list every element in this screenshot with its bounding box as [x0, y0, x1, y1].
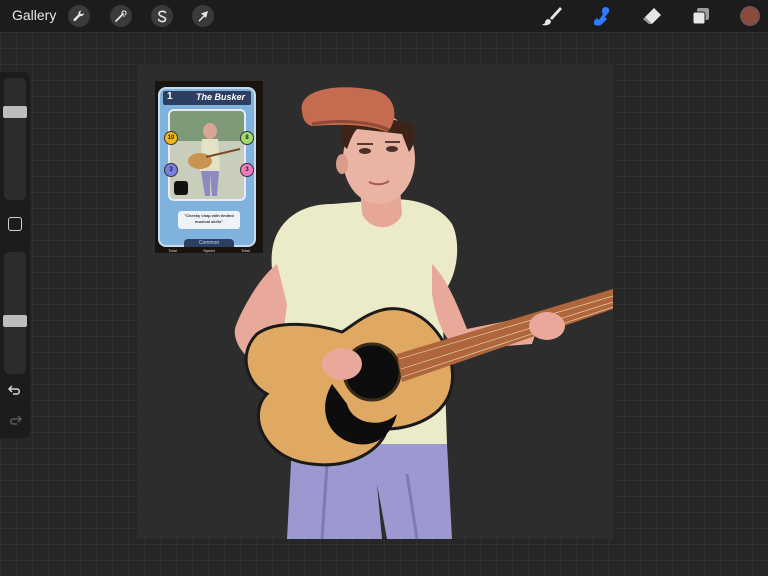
card-footer-label: Total [168, 248, 177, 253]
card-stat-bottom-left: 3 [164, 163, 178, 177]
layers-icon [692, 8, 709, 25]
brush-tool-button[interactable] [540, 4, 564, 28]
smudge-tool-button[interactable] [590, 4, 614, 28]
eraser-tool-button[interactable] [640, 4, 664, 28]
undo-icon [7, 385, 20, 395]
top-toolbar: Gallery [0, 0, 768, 32]
card-busker-illustration [170, 111, 244, 199]
brush-size-slider-thumb[interactable] [3, 106, 27, 118]
selection-button[interactable] [151, 5, 173, 27]
card-stat-top-right: 8 [240, 131, 254, 145]
busker-trading-card: 1 The Busker 10 8 3 3 "Cheeky chap with … [155, 81, 263, 253]
card-stat-bottom-right: 3 [240, 163, 254, 177]
adjustments-button[interactable] [110, 5, 132, 27]
redo-button[interactable] [7, 412, 23, 428]
left-sidebar [0, 72, 30, 438]
wrench-icon [73, 10, 85, 22]
card-rarity: Common [184, 239, 234, 247]
brush-icon [542, 7, 562, 26]
redo-icon [10, 415, 23, 425]
card-header: 1 The Busker [163, 91, 251, 105]
opacity-slider-thumb[interactable] [3, 315, 27, 327]
brush-size-slider[interactable] [3, 78, 27, 200]
card-quote: "Cheeky chap with limited musical skills… [178, 211, 240, 229]
smudge-icon [594, 7, 610, 26]
layers-button[interactable] [689, 4, 713, 28]
opacity-slider[interactable] [3, 252, 27, 374]
card-stat-top-left: 10 [164, 131, 178, 145]
drawing-canvas[interactable]: 1 The Busker 10 8 3 3 "Cheeky chap with … [137, 64, 613, 539]
card-footer-label: Total [241, 248, 250, 253]
gallery-button[interactable]: Gallery [12, 7, 56, 23]
transform-button[interactable] [192, 5, 214, 27]
transform-arrow-icon [198, 11, 208, 22]
card-frame: 1 The Busker 10 8 3 3 "Cheeky chap with … [158, 87, 256, 247]
card-title: The Busker [195, 92, 245, 102]
modify-button[interactable] [8, 217, 22, 231]
color-picker-swatch[interactable] [740, 6, 760, 26]
card-artwork [168, 109, 246, 201]
card-footer-label: Speed [203, 248, 215, 253]
undo-button[interactable] [7, 382, 23, 398]
actions-button[interactable] [68, 5, 90, 27]
card-footer: Total Speed Total [155, 248, 263, 253]
selection-s-icon [157, 10, 167, 23]
magic-wand-icon [115, 10, 127, 22]
eraser-icon [643, 8, 661, 24]
card-number: 1 [167, 91, 173, 102]
